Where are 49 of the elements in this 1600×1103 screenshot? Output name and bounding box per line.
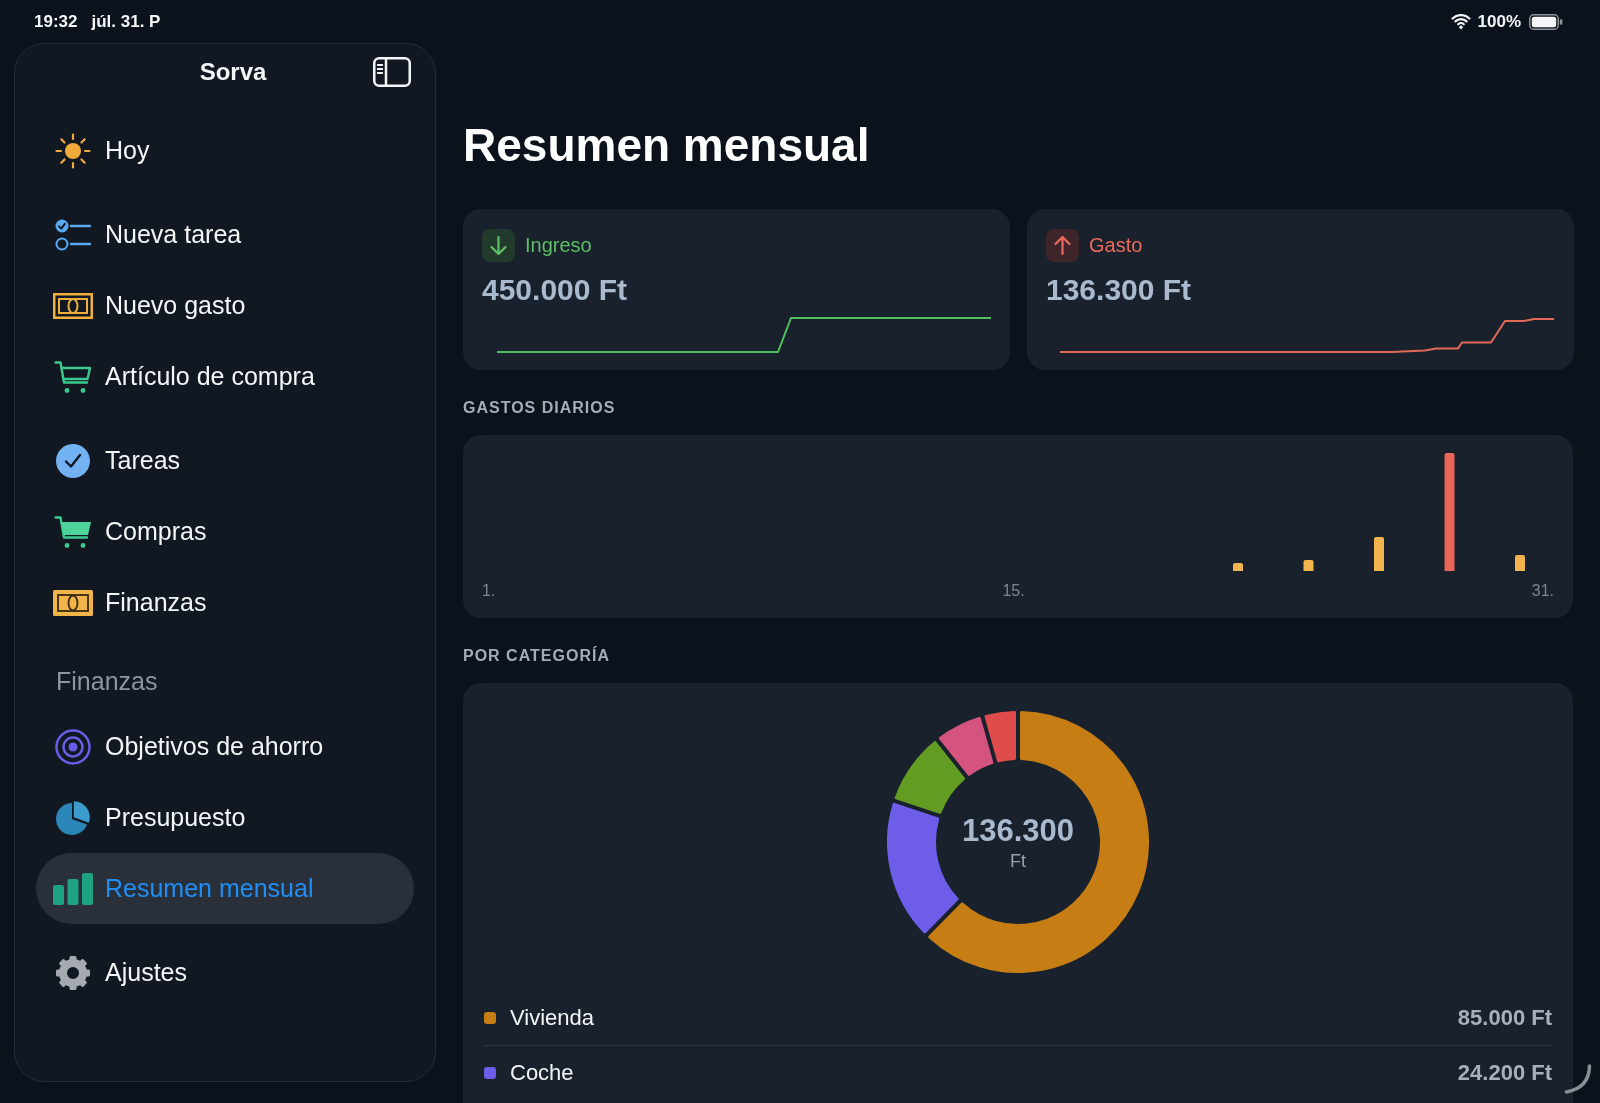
sidebar-item[interactable]: Presupuesto: [36, 782, 414, 853]
checkmark-circle-icon: [56, 443, 90, 478]
axis-label: 15.: [1002, 581, 1025, 601]
target-icon: [55, 728, 91, 765]
banknote-icon: [53, 292, 93, 319]
section-label: POR CATEGORÍA: [463, 646, 610, 666]
category-amount: 85.000 Ft: [1457, 1005, 1552, 1031]
sidebar-toggle-icon[interactable]: [373, 56, 411, 87]
card-amount: 450.000 Ft: [482, 273, 628, 307]
section-label: GASTOS DIARIOS: [463, 398, 616, 418]
sidebar-item[interactable]: Nuevo gasto: [36, 270, 414, 341]
category-amount: 24.200 Ft: [1457, 1060, 1552, 1086]
wifi-icon: [1450, 14, 1471, 29]
status-date: júl. 31. P: [91, 11, 161, 32]
checklist-icon: [55, 217, 91, 252]
sidebar-item[interactable]: Ajustes: [36, 937, 414, 1008]
sidebar-item[interactable]: Nueva tarea: [36, 199, 414, 270]
axis-label: 1.: [482, 581, 496, 601]
sun-icon: [55, 132, 91, 169]
gear-icon: [55, 954, 91, 991]
battery-percentage: 100%: [1477, 11, 1521, 32]
bar-chart-icon: [53, 872, 93, 905]
category-name: Vivienda: [510, 1005, 595, 1031]
sidebar-item[interactable]: Hoy: [36, 115, 414, 186]
axis-label: 31.: [1531, 581, 1554, 601]
sidebar-item[interactable]: Artículo de compra: [36, 341, 414, 412]
sidebar-item[interactable]: Objetivos de ahorro: [36, 711, 414, 782]
pie-chart-icon: [55, 799, 91, 836]
sidebar-item[interactable]: Compras: [36, 496, 414, 567]
battery-icon: [1529, 13, 1563, 30]
card-label: Ingreso: [525, 234, 592, 257]
total-amount: 136.300: [961, 813, 1075, 848]
arrow-up-icon: [1046, 229, 1079, 262]
card-label: Gasto: [1089, 234, 1143, 257]
cart-icon: [54, 514, 92, 549]
app-title: Sorva: [199, 57, 267, 86]
sidebar-item[interactable]: Tareas: [36, 425, 414, 496]
category-name: Coche: [510, 1060, 575, 1086]
page-title: Resumen mensual: [463, 118, 870, 173]
resize-handle-icon[interactable]: [1564, 1064, 1592, 1094]
sidebar-item[interactable]: Resumen mensual: [36, 853, 414, 924]
currency-label: Ft: [1010, 850, 1026, 871]
arrow-down-icon: [482, 229, 515, 262]
sidebar-item[interactable]: Finanzas: [36, 567, 414, 638]
banknote-icon: [53, 589, 93, 616]
cart-icon: [54, 359, 92, 394]
card-amount: 136.300 Ft: [1046, 273, 1192, 307]
status-time: 19:32: [34, 11, 78, 32]
section-header: Finanzas: [55, 665, 159, 697]
